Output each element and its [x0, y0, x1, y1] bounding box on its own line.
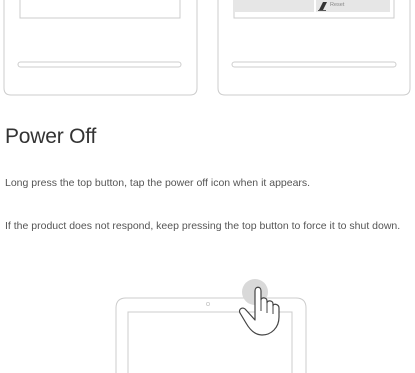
- camera-dot: [206, 301, 211, 306]
- right-device: Reset: [217, 0, 411, 96]
- instruction-paragraph-2: If the product does not respond, keep pr…: [5, 220, 401, 232]
- instruction-paragraph-1: Long press the top button, tap the power…: [5, 177, 311, 189]
- power-off-guide-page: Reset Power Off Long press the top butto…: [0, 0, 415, 373]
- top-device-illustration: Reset: [3, 0, 411, 96]
- button-panel-right: [316, 0, 390, 12]
- right-device-home-bar: [231, 61, 397, 68]
- left-device-screen: [19, 0, 181, 19]
- reset-label: Reset: [330, 2, 345, 8]
- bottom-device-illustration: [115, 279, 307, 373]
- left-device: [3, 0, 198, 96]
- button-panel-left: [235, 0, 314, 12]
- section-title: Power Off: [5, 125, 97, 148]
- left-device-home-bar: [17, 61, 182, 68]
